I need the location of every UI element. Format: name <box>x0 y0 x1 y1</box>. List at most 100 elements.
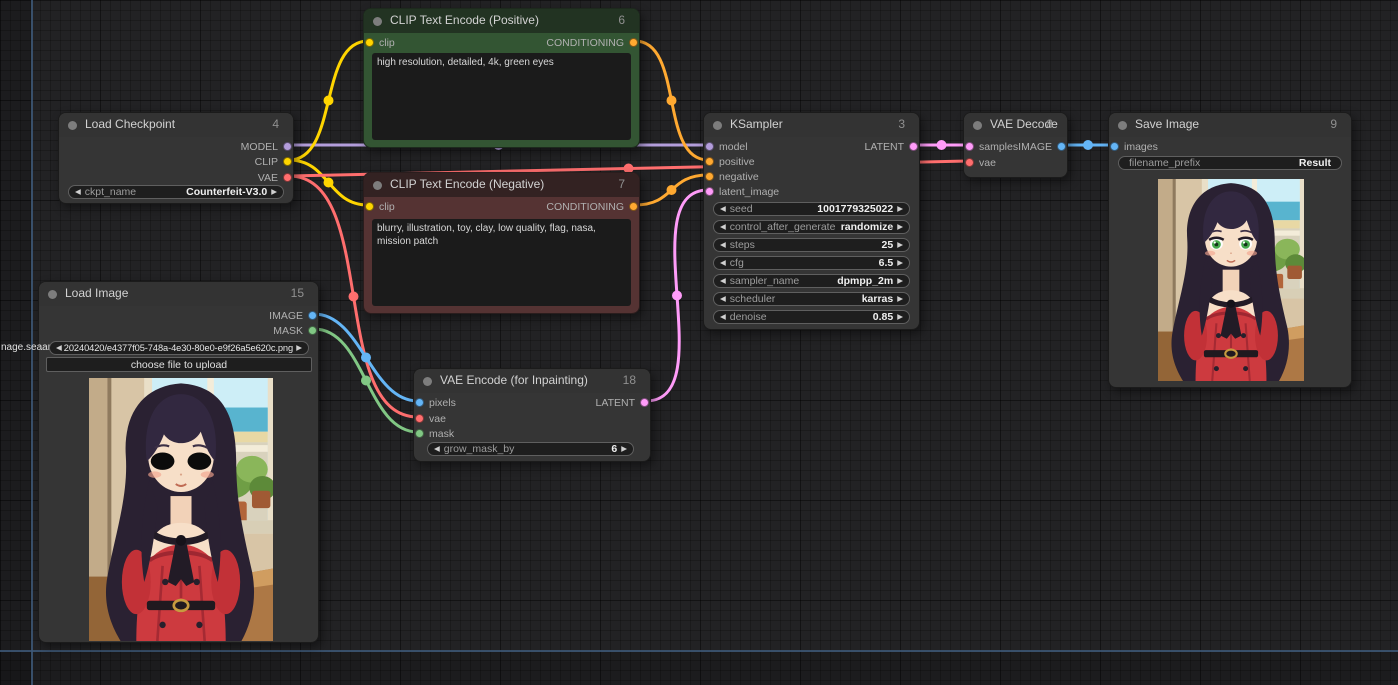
ksampler-widget-seed[interactable]: ◀seed1001779325022▶ <box>713 202 910 216</box>
output-slot-mask[interactable]: MASK <box>273 323 317 338</box>
latent-slot-dot[interactable] <box>965 142 974 151</box>
input-slot-positive[interactable]: positive <box>705 154 755 169</box>
node-ksampler[interactable]: KSampler 3 model positive negative laten… <box>703 112 920 330</box>
increment-arrow-icon[interactable]: ▶ <box>897 259 903 267</box>
link-midpoint-dot[interactable] <box>349 292 359 302</box>
vae-slot-dot[interactable] <box>415 414 424 423</box>
node-vae-encode-inpainting[interactable]: VAE Encode (for Inpainting) 18 pixels va… <box>413 368 651 462</box>
vae-slot-dot[interactable] <box>965 158 974 167</box>
conditioning-slot-dot[interactable] <box>705 157 714 166</box>
ksampler-widget-cfg[interactable]: ◀cfg6.5▶ <box>713 256 910 270</box>
grow-mask-by-stepper[interactable]: ◀ grow_mask_by 6 ▶ <box>427 442 634 456</box>
node-save-image[interactable]: Save Image 9 images filename_prefix Resu… <box>1108 112 1352 388</box>
decrement-arrow-icon[interactable]: ◀ <box>75 188 81 196</box>
output-slot-image[interactable]: IMAGE <box>269 308 317 323</box>
node-clip-text-encode-positive[interactable]: CLIP Text Encode (Positive) 6 clip CONDI… <box>363 8 640 148</box>
increment-arrow-icon[interactable]: ▶ <box>271 188 277 196</box>
output-slot-conditioning[interactable]: CONDITIONING <box>546 199 638 214</box>
input-slot-images[interactable]: images <box>1110 139 1158 154</box>
clip-slot-dot[interactable] <box>365 202 374 211</box>
image-slot-dot[interactable] <box>1110 142 1119 151</box>
collapse-dot-icon[interactable] <box>423 377 432 386</box>
save-image-preview[interactable] <box>1158 179 1304 381</box>
image-slot-dot[interactable] <box>1057 142 1066 151</box>
output-slot-conditioning[interactable]: CONDITIONING <box>546 35 638 50</box>
link-midpoint-dot[interactable] <box>672 291 682 301</box>
input-slot-latent-image[interactable]: latent_image <box>705 184 779 199</box>
output-slot-image[interactable]: IMAGE <box>1018 139 1066 154</box>
node-title-bar[interactable]: VAE Decode 8 <box>964 113 1067 137</box>
output-slot-latent[interactable]: LATENT <box>865 139 918 154</box>
latent-slot-dot[interactable] <box>705 187 714 196</box>
increment-arrow-icon[interactable]: ▶ <box>897 241 903 249</box>
output-slot-vae[interactable]: VAE <box>258 170 292 185</box>
node-load-checkpoint[interactable]: Load Checkpoint 4 MODEL CLIP VAE ◀ ckpt_… <box>58 112 294 204</box>
link-midpoint-dot[interactable] <box>361 353 371 363</box>
collapse-dot-icon[interactable] <box>373 181 382 190</box>
node-title-bar[interactable]: Load Checkpoint 4 <box>59 113 293 137</box>
collapse-dot-icon[interactable] <box>48 290 57 299</box>
increment-arrow-icon[interactable]: ▶ <box>897 277 903 285</box>
link-midpoint-dot[interactable] <box>361 376 371 386</box>
node-clip-text-encode-negative[interactable]: CLIP Text Encode (Negative) 7 clip CONDI… <box>363 172 640 314</box>
latent-slot-dot[interactable] <box>640 398 649 407</box>
clip-slot-dot[interactable] <box>365 38 374 47</box>
node-title-bar[interactable]: Save Image 9 <box>1109 113 1351 137</box>
latent-slot-dot[interactable] <box>909 142 918 151</box>
node-title-bar[interactable]: CLIP Text Encode (Positive) 6 <box>364 9 639 33</box>
collapse-dot-icon[interactable] <box>1118 121 1127 130</box>
conditioning-slot-dot[interactable] <box>629 38 638 47</box>
image-file-combo[interactable]: ◀ 20240420/e4377f05-748a-4e30-80e0-e9f26… <box>49 341 309 355</box>
input-slot-vae[interactable]: vae <box>415 411 446 426</box>
model-slot-dot[interactable] <box>705 142 714 151</box>
increment-arrow-icon[interactable]: ▶ <box>621 445 627 453</box>
ksampler-widget-denoise[interactable]: ◀denoise0.85▶ <box>713 310 910 324</box>
input-slot-samples[interactable]: samples <box>965 139 1018 154</box>
load-image-preview[interactable] <box>89 378 273 641</box>
link-midpoint-dot[interactable] <box>667 185 677 195</box>
ksampler-widget-sampler_name[interactable]: ◀sampler_namedpmpp_2m▶ <box>713 274 910 288</box>
decrement-arrow-icon[interactable]: ◀ <box>720 277 726 285</box>
node-title-bar[interactable]: Load Image 15 <box>39 282 318 306</box>
node-title-bar[interactable]: VAE Encode (for Inpainting) 18 <box>414 369 650 393</box>
collapse-dot-icon[interactable] <box>973 121 982 130</box>
output-slot-model[interactable]: MODEL <box>241 139 292 154</box>
negative-prompt-textarea[interactable]: blurry, illustration, toy, clay, low qua… <box>372 219 631 306</box>
link-midpoint-dot[interactable] <box>667 96 677 106</box>
input-slot-vae[interactable]: vae <box>965 155 996 170</box>
increment-arrow-icon[interactable]: ▶ <box>897 313 903 321</box>
input-slot-clip[interactable]: clip <box>365 35 395 50</box>
decrement-arrow-icon[interactable]: ◀ <box>720 295 726 303</box>
link-midpoint-dot[interactable] <box>324 96 334 106</box>
decrement-arrow-icon[interactable]: ◀ <box>720 259 726 267</box>
node-title-bar[interactable]: CLIP Text Encode (Negative) 7 <box>364 173 639 197</box>
choose-file-button[interactable]: choose file to upload <box>46 357 312 372</box>
decrement-arrow-icon[interactable]: ◀ <box>720 205 726 213</box>
link-midpoint-dot[interactable] <box>324 178 334 188</box>
link-midpoint-dot[interactable] <box>937 140 947 150</box>
increment-arrow-icon[interactable]: ▶ <box>897 205 903 213</box>
input-slot-negative[interactable]: negative <box>705 169 759 184</box>
node-load-image[interactable]: Load Image 15 IMAGE MASK nage.seaart.ai … <box>38 281 319 643</box>
ckpt-name-combo[interactable]: ◀ ckpt_name Counterfeit-V3.0 ▶ <box>68 185 284 199</box>
conditioning-slot-dot[interactable] <box>629 202 638 211</box>
decrement-arrow-icon[interactable]: ◀ <box>720 241 726 249</box>
decrement-arrow-icon[interactable]: ◀ <box>720 313 726 321</box>
mask-slot-dot[interactable] <box>415 429 424 438</box>
output-slot-latent[interactable]: LATENT <box>596 395 649 410</box>
input-slot-pixels[interactable]: pixels <box>415 395 456 410</box>
increment-arrow-icon[interactable]: ▶ <box>897 223 903 231</box>
node-title-bar[interactable]: KSampler 3 <box>704 113 919 137</box>
input-slot-model[interactable]: model <box>705 139 748 154</box>
clip-slot-dot[interactable] <box>283 157 292 166</box>
ksampler-widget-scheduler[interactable]: ◀schedulerkarras▶ <box>713 292 910 306</box>
decrement-arrow-icon[interactable]: ◀ <box>56 344 62 352</box>
vae-slot-dot[interactable] <box>283 173 292 182</box>
ksampler-widget-steps[interactable]: ◀steps25▶ <box>713 238 910 252</box>
image-slot-dot[interactable] <box>308 311 317 320</box>
input-slot-clip[interactable]: clip <box>365 199 395 214</box>
ksampler-widget-control_after_generate[interactable]: ◀control_after_generaterandomize▶ <box>713 220 910 234</box>
model-slot-dot[interactable] <box>283 142 292 151</box>
output-slot-clip[interactable]: CLIP <box>255 154 292 169</box>
link-midpoint-dot[interactable] <box>1083 140 1093 150</box>
